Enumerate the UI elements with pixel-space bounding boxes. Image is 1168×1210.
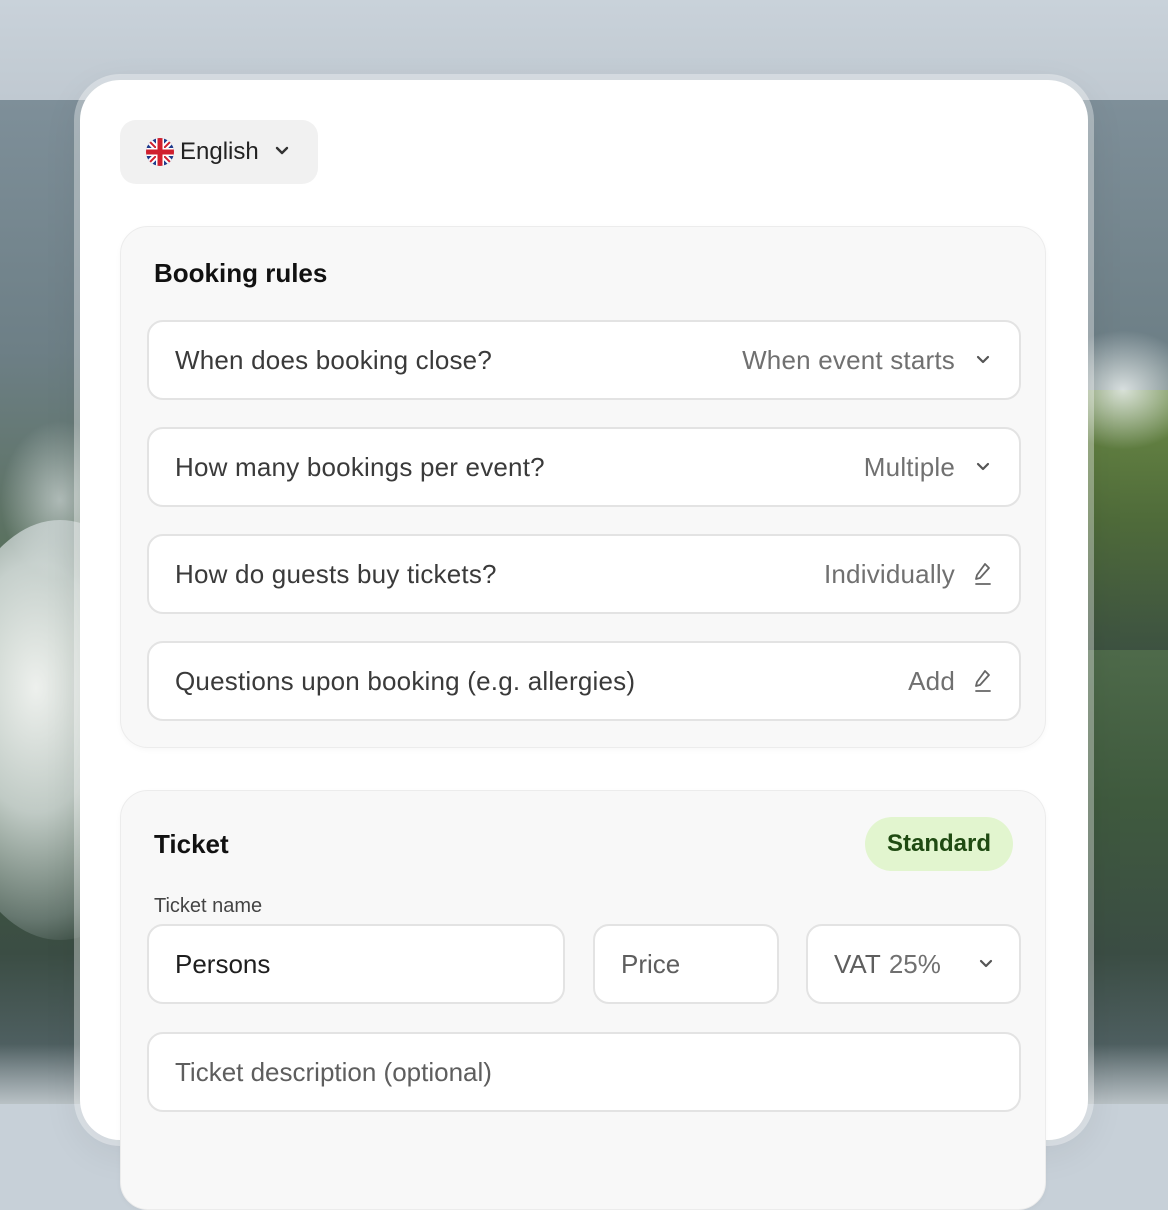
bookings-per-event-select[interactable]: How many bookings per event? Multiple xyxy=(147,427,1021,507)
row-question: Questions upon booking (e.g. allergies) xyxy=(175,665,636,696)
price-placeholder: Price xyxy=(621,948,681,979)
pencil-icon xyxy=(973,562,993,586)
ticket-name-label: Ticket name xyxy=(154,895,263,917)
row-question: How do guests buy tickets? xyxy=(175,558,497,589)
language-selector[interactable]: English xyxy=(120,120,318,184)
row-value: Add xyxy=(908,665,955,696)
row-value: When event starts xyxy=(742,344,955,375)
row-question: When does booking close? xyxy=(175,344,493,375)
chevron-down-icon xyxy=(979,959,993,969)
booking-rules-panel: Booking rules When does booking close? W… xyxy=(120,226,1046,748)
ticket-title: Ticket xyxy=(154,829,229,859)
guests-buy-tickets-edit[interactable]: How do guests buy tickets? Individually xyxy=(147,534,1021,614)
vat-label: VAT xyxy=(834,948,881,979)
chevron-down-icon xyxy=(973,348,993,372)
price-input[interactable]: Price xyxy=(593,924,779,1004)
booking-close-select[interactable]: When does booking close? When event star… xyxy=(147,320,1021,400)
ticket-name-value: Persons xyxy=(175,948,271,979)
row-value: Multiple xyxy=(863,451,955,482)
chevron-down-icon xyxy=(973,455,993,479)
booking-questions-edit[interactable]: Questions upon booking (e.g. allergies) … xyxy=(147,641,1021,721)
ticket-description-input[interactable]: Ticket description (optional) xyxy=(147,1032,1021,1112)
row-question: How many bookings per event? xyxy=(175,451,545,482)
ticket-name-input[interactable]: Persons xyxy=(147,924,565,1004)
settings-card: English Booking rules When does booking … xyxy=(80,80,1088,1210)
row-value: Individually xyxy=(823,558,955,589)
vat-select[interactable]: VAT 25% xyxy=(806,924,1021,1004)
ticket-description-placeholder: Ticket description (optional) xyxy=(175,1056,492,1087)
vat-value: 25% xyxy=(888,948,941,979)
uk-flag-icon xyxy=(146,138,174,166)
booking-rules-title: Booking rules xyxy=(154,258,328,288)
ticket-type-badge: Standard xyxy=(864,817,1013,871)
ticket-panel: Ticket Standard Ticket name Persons Pric… xyxy=(120,790,1046,1210)
chevron-down-icon xyxy=(275,143,289,161)
pencil-icon xyxy=(973,669,993,693)
language-label: English xyxy=(180,138,259,165)
